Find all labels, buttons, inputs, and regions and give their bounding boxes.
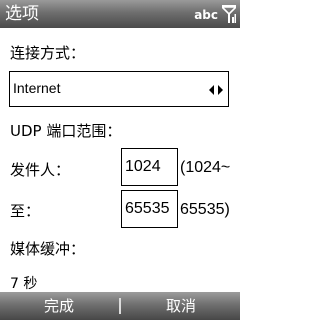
connection-value: Internet (13, 80, 61, 96)
window-title: 选项 (5, 4, 39, 24)
softkey-divider (119, 298, 121, 314)
connection-picker[interactable]: Internet (9, 71, 229, 107)
from-port-label: 发件人： (10, 161, 71, 179)
from-port-input[interactable]: 1024 (121, 148, 178, 186)
to-port-range-hint: 65535) (180, 201, 230, 218)
arrow-right-icon[interactable] (218, 85, 223, 95)
media-buffer-value[interactable]: 7 秒 (10, 276, 37, 292)
cancel-softkey[interactable]: 取消 (122, 292, 240, 320)
title-bar: 选项 abc (0, 0, 240, 28)
input-mode-indicator[interactable]: abc (194, 8, 218, 22)
done-softkey[interactable]: 完成 (0, 292, 118, 320)
from-port-range-hint: (1024~ (180, 159, 231, 176)
media-buffer-label: 媒体缓冲： (10, 240, 86, 258)
to-port-label: 至： (10, 202, 41, 220)
options-form: 连接方式： Internet UDP 端口范围： 发件人： 1024 (1024… (0, 28, 240, 292)
signal-strength-icon (222, 5, 236, 23)
to-port-value: 65535 (125, 200, 170, 217)
to-port-input[interactable]: 65535 (121, 190, 178, 228)
from-port-value: 1024 (125, 158, 161, 175)
udp-port-range-label: UDP 端口范围： (10, 122, 122, 140)
connection-label: 连接方式： (10, 44, 86, 62)
softkey-bar: 完成 取消 (0, 292, 240, 320)
arrow-left-icon[interactable] (209, 85, 214, 95)
